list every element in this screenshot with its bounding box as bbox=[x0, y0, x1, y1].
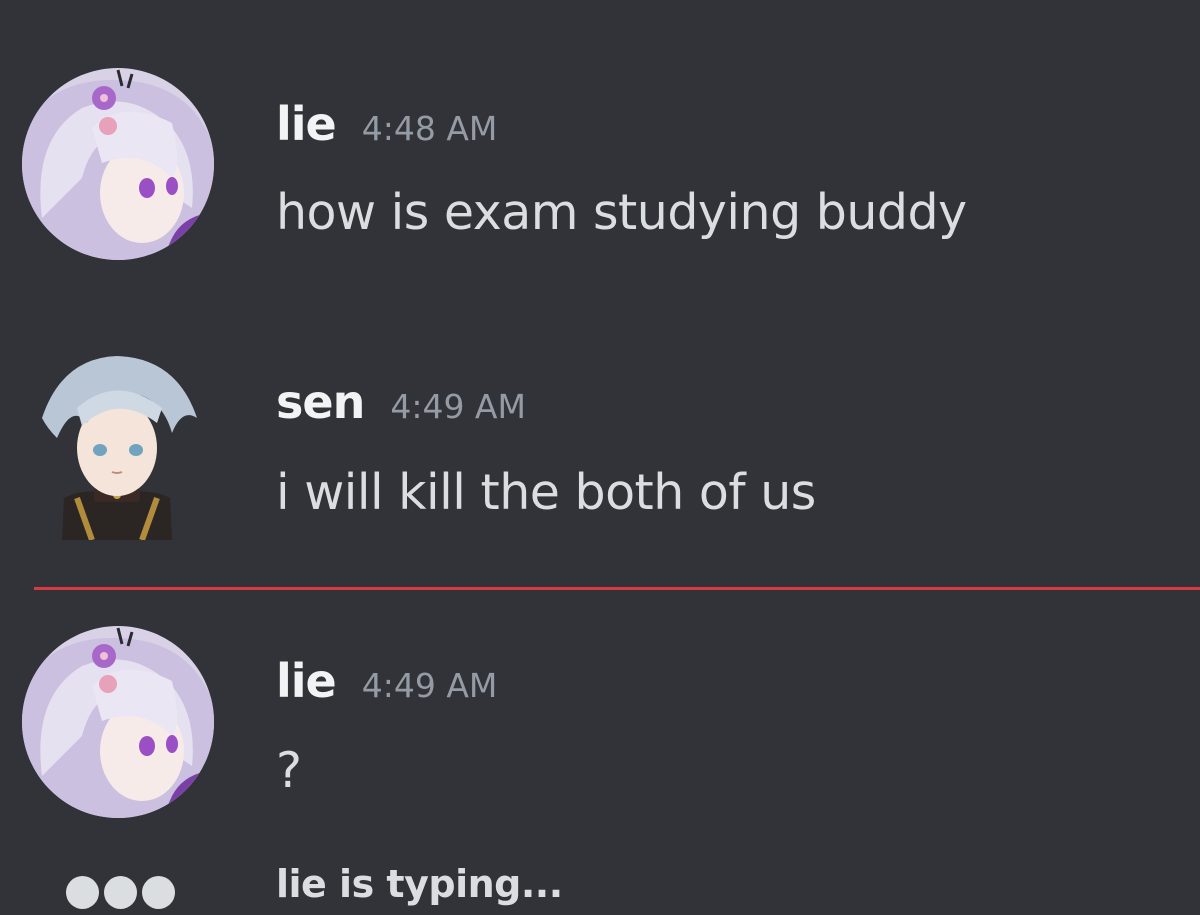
purple-haired-avatar-icon bbox=[22, 626, 214, 818]
message-content: i will kill the both of us bbox=[276, 464, 816, 521]
typing-text: lie is typing... bbox=[276, 862, 563, 906]
username[interactable]: sen bbox=[276, 375, 365, 429]
avatar[interactable] bbox=[32, 348, 202, 540]
chat-messages: lie 4:48 AM how is exam studying buddy se… bbox=[0, 0, 1200, 915]
avatar[interactable] bbox=[22, 626, 214, 818]
silver-haired-avatar-icon bbox=[32, 348, 202, 540]
message-content: ? bbox=[276, 742, 302, 799]
message-header: lie 4:49 AM bbox=[276, 654, 497, 708]
username[interactable]: lie bbox=[276, 97, 337, 151]
timestamp[interactable]: 4:49 AM bbox=[390, 387, 526, 426]
message-header: lie 4:48 AM bbox=[276, 97, 497, 151]
avatar[interactable] bbox=[22, 68, 214, 260]
new-messages-divider bbox=[34, 587, 1200, 590]
typing-indicator: lie is typing... bbox=[0, 860, 1200, 915]
message-content: how is exam studying buddy bbox=[276, 184, 967, 241]
typing-dot bbox=[66, 876, 99, 909]
message-header: sen 4:49 AM bbox=[276, 375, 526, 429]
typing-dots-icon bbox=[66, 876, 175, 909]
purple-haired-avatar-icon bbox=[22, 68, 214, 260]
timestamp[interactable]: 4:48 AM bbox=[362, 109, 498, 148]
typing-dot bbox=[142, 876, 175, 909]
timestamp[interactable]: 4:49 AM bbox=[362, 666, 498, 705]
username[interactable]: lie bbox=[276, 654, 337, 708]
typing-dot bbox=[104, 876, 137, 909]
